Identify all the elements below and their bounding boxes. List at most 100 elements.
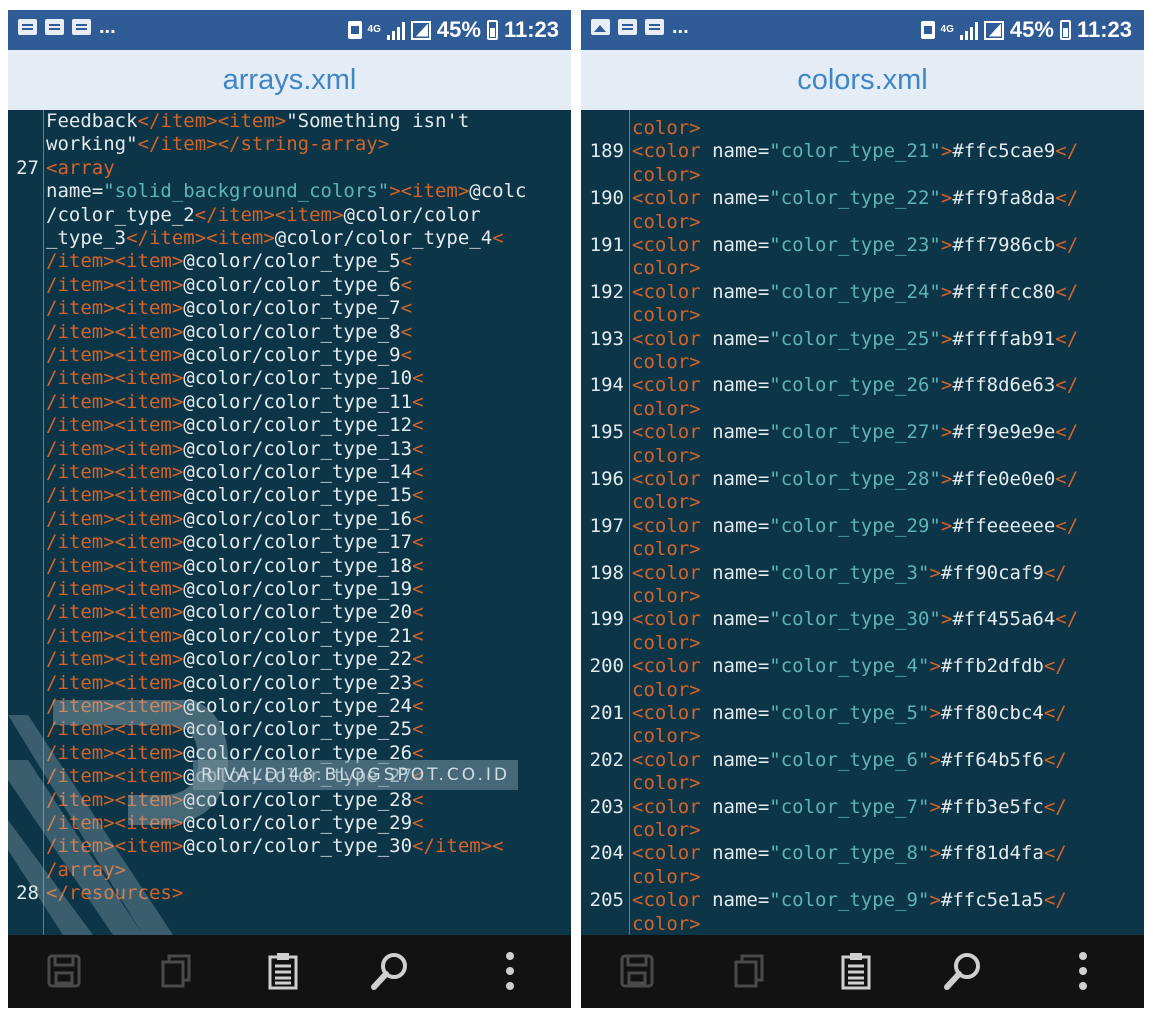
code-text: name="solid_background_colors"><item>@co… xyxy=(46,180,526,203)
code-line: 197 <color name="color_type_29">#ffeeeeee… xyxy=(581,515,1144,538)
code-text: /item><item>@color/color_type_25< xyxy=(46,718,424,741)
save-button[interactable] xyxy=(44,951,84,991)
code-token: > xyxy=(940,280,953,303)
code-line: 190 <color name="color_type_22">#ff9fa8da… xyxy=(581,187,1144,210)
code-token: "color_type_21" xyxy=(769,140,941,163)
code-token: #ff80cbc4 xyxy=(940,702,1044,724)
code-token: "color_type_29" xyxy=(769,514,941,537)
code-editor[interactable]: Feedback</item><item>"Something isn't wor… xyxy=(8,110,571,935)
copy-button[interactable] xyxy=(729,951,769,991)
sim-card-icon xyxy=(920,21,935,39)
code-text: color> xyxy=(632,913,701,935)
line-number: 203 xyxy=(589,795,624,818)
code-text: <color name="color_type_9">#ffc5e1a5</ xyxy=(632,889,1067,912)
code-text: /item><item>@color/color_type_14< xyxy=(46,461,424,484)
code-text: /item><item>@color/color_type_20< xyxy=(46,601,424,624)
copy-button[interactable] xyxy=(156,951,196,991)
code-text: color> xyxy=(632,117,701,140)
code-token: color> xyxy=(632,117,701,139)
code-token: /item><item> xyxy=(46,390,184,413)
code-token: </ xyxy=(1055,187,1079,210)
more-options-button[interactable] xyxy=(1063,951,1103,991)
code-text: color> xyxy=(632,491,701,514)
code-text: <color name="color_type_4">#ffb2dfdb</ xyxy=(632,655,1067,678)
code-line: /item><item>@color/color_type_10< xyxy=(8,367,571,390)
code-text: color> xyxy=(632,866,701,889)
code-token: > xyxy=(929,748,941,771)
code-token: @color/color_type_14 xyxy=(183,461,413,483)
code-token: color> xyxy=(632,772,701,795)
code-text: <color name="color_type_26">#ff8d6e63</ xyxy=(632,374,1078,397)
code-token: color> xyxy=(632,538,701,561)
code-token: @color/color_type_13 xyxy=(183,437,413,460)
code-text: /item><item>@color/color_type_8< xyxy=(46,321,412,344)
code-line: 194 <color name="color_type_26">#ff8d6e63… xyxy=(581,374,1144,397)
code-editor[interactable]: color> 189 <color name="color_type_21">#ff… xyxy=(581,110,1144,935)
code-line: /item><item>@color/color_type_14< xyxy=(8,461,571,484)
save-button[interactable] xyxy=(617,951,657,991)
code-token: </ xyxy=(1043,795,1067,818)
code-text: <color name="color_type_21">#ffc5cae9</ xyxy=(632,140,1078,163)
message-notification-icon xyxy=(45,19,64,35)
code-token: name= xyxy=(712,421,770,444)
line-number: 190 xyxy=(589,187,624,210)
code-line: /item><item>@color/color_type_7< xyxy=(8,297,571,320)
code-token: working" xyxy=(46,133,138,156)
line-number: 28 xyxy=(16,882,39,905)
code-line: color> xyxy=(581,117,1144,140)
code-token: /item><item> xyxy=(46,297,184,320)
message-notification-icon xyxy=(618,19,637,35)
code-token: > xyxy=(940,514,953,537)
code-token: name= xyxy=(46,180,104,203)
code-token: "color_type_7" xyxy=(769,795,930,818)
code-token: name= xyxy=(712,327,770,350)
code-line: /item><item>@color/color_type_23< xyxy=(8,672,571,695)
search-button[interactable] xyxy=(370,951,410,991)
paste-button[interactable] xyxy=(263,951,303,991)
code-token: @color/color xyxy=(343,203,481,226)
code-token: > xyxy=(940,234,953,256)
code-token: < xyxy=(412,812,424,834)
line-number: 201 xyxy=(589,702,624,724)
code-token: #ff64b5f6 xyxy=(940,748,1044,771)
code-token: color> xyxy=(632,491,701,514)
code-text: /item><item>@color/color_type_21< xyxy=(46,625,424,648)
code-token: #ffc5cae9 xyxy=(952,140,1056,163)
code-line: 193 <color name="color_type_25">#ffffab91… xyxy=(581,328,1144,351)
code-token: < xyxy=(412,531,424,554)
notification-icons: ... xyxy=(18,17,116,37)
code-token: @color/color_type_8 xyxy=(183,320,401,343)
code-line: color> xyxy=(581,772,1144,795)
code-token: name= xyxy=(712,234,770,256)
code-text: color> xyxy=(632,398,701,421)
code-token: /item><item> xyxy=(46,624,184,647)
code-text: color> xyxy=(632,725,701,748)
code-line: color> xyxy=(581,585,1144,608)
battery-icon xyxy=(1059,20,1071,40)
code-token: /item><item> xyxy=(46,765,184,788)
bottom-toolbar xyxy=(8,935,571,1008)
code-token: @color/color_type_9 xyxy=(183,344,401,366)
code-text: working"</item></string-array> xyxy=(46,133,389,156)
status-bar: ... 4G 45% 11:23 xyxy=(581,10,1144,50)
code-token: name= xyxy=(712,702,770,724)
paste-button[interactable] xyxy=(836,951,876,991)
code-line: color> xyxy=(581,257,1144,280)
save-icon xyxy=(47,954,81,988)
search-button[interactable] xyxy=(943,951,983,991)
code-line: 200 <color name="color_type_4">#ffb2dfdb<… xyxy=(581,655,1144,678)
more-notifications-indicator: ... xyxy=(672,16,689,38)
code-token: @color/color_type_28 xyxy=(183,788,413,811)
status-bar: ... 4G 45% 11:23 xyxy=(8,10,571,50)
code-token: ><item> xyxy=(389,180,470,203)
code-token: </ xyxy=(1055,327,1079,350)
code-token: </ xyxy=(1043,561,1067,584)
code-line: /item><item>@color/color_type_18< xyxy=(8,555,571,578)
code-text: </resources> xyxy=(46,882,183,905)
code-text: /item><item>@color/color_type_24< xyxy=(46,695,424,718)
code-token: <color xyxy=(632,561,713,584)
code-token: @color/color_type_25 xyxy=(183,718,413,741)
code-token: @color/color_type_4 xyxy=(274,227,493,249)
code-text: <color name="color_type_25">#ffffab91</ xyxy=(632,328,1078,351)
more-options-button[interactable] xyxy=(490,951,530,991)
